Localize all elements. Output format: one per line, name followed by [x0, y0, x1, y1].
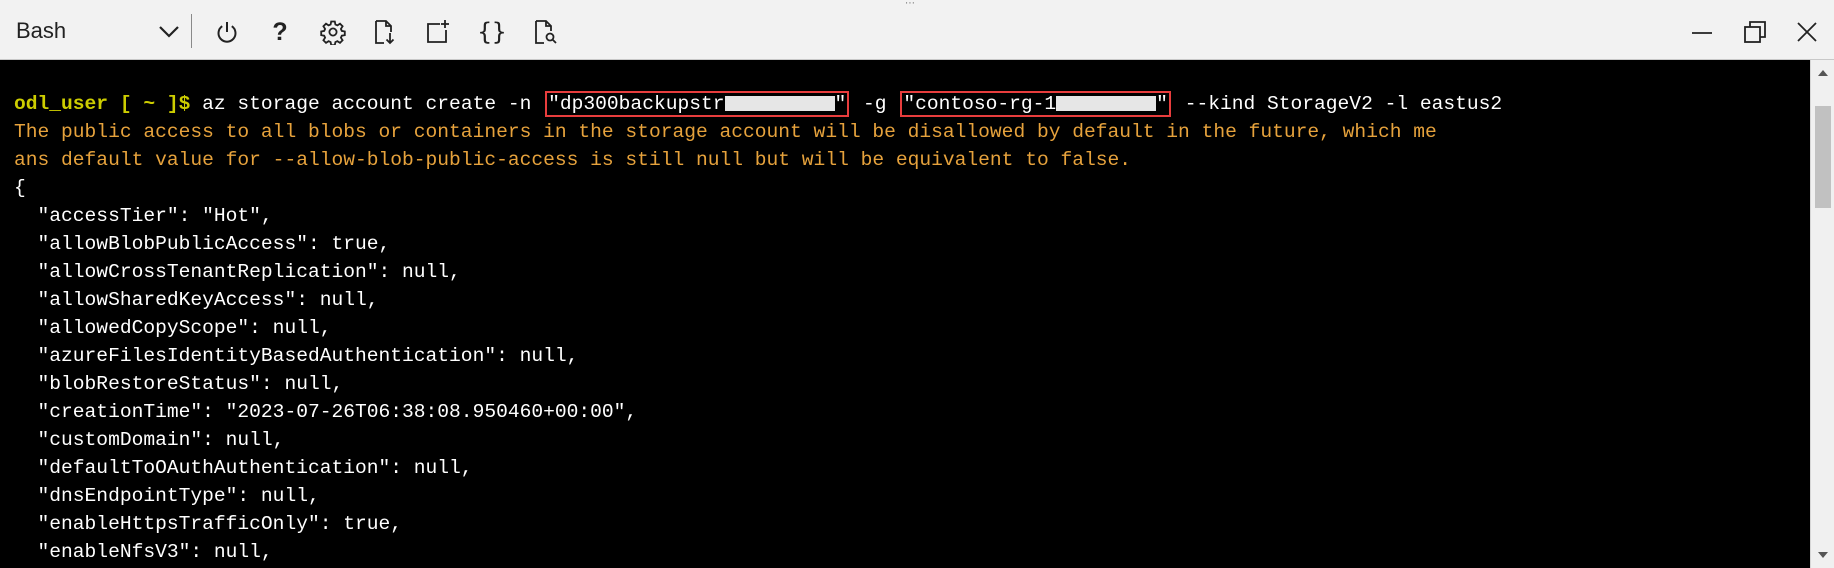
warning-line: ans default value for --allow-blob-publi…	[14, 149, 1132, 171]
minimize-button[interactable]	[1686, 16, 1718, 48]
output-line: {	[14, 177, 26, 199]
close-button[interactable]	[1791, 16, 1823, 48]
restore-window-icon	[1744, 21, 1766, 43]
redacted-block	[724, 96, 835, 112]
output-line: "allowedCopyScope": null,	[14, 317, 332, 339]
output-line: "creationTime": "2023-07-26T06:38:08.950…	[14, 401, 638, 423]
scrollbar-thumb[interactable]	[1815, 106, 1831, 208]
file-transfer-icon	[375, 20, 395, 45]
resource-group-name: "contoso-rg-1	[903, 93, 1057, 115]
storage-account-name-highlight: "dp300backupstr "	[545, 91, 850, 117]
web-preview-button[interactable]	[529, 16, 561, 48]
help-icon: ?	[272, 17, 288, 46]
command-text: az storage account create -n	[190, 93, 544, 115]
restart-button[interactable]	[211, 16, 243, 48]
output-line: "enableHttpsTrafficOnly": true,	[14, 513, 403, 535]
upload-download-button[interactable]	[368, 16, 400, 48]
shell-selector-dropdown[interactable]: Bash	[10, 16, 182, 46]
editor-button[interactable]: {}	[476, 16, 508, 48]
output-line: "azureFilesIdentityBasedAuthentication":…	[14, 345, 579, 367]
shell-selector-label: Bash	[16, 18, 67, 43]
resize-grip[interactable]: ⋯	[905, 0, 915, 9]
output-line: "allowCrossTenantReplication": null,	[14, 261, 461, 283]
terminal-scrollbar[interactable]	[1810, 60, 1834, 568]
output-line: "accessTier": "Hot",	[14, 205, 273, 227]
file-search-icon	[535, 20, 557, 44]
redacted-block	[1056, 96, 1157, 112]
scroll-up-button[interactable]	[1811, 62, 1834, 84]
output-line: "defaultToOAuthAuthentication": null,	[14, 457, 473, 479]
shell-prompt: odl_user [ ~ ]$	[14, 93, 191, 115]
minimize-icon	[1692, 32, 1712, 34]
scroll-down-button[interactable]	[1811, 544, 1834, 566]
output-line: "allowBlobPublicAccess": true,	[14, 233, 391, 255]
braces-icon: {}	[477, 18, 507, 46]
command-line: odl_user [ ~ ]$ az storage account creat…	[14, 90, 1502, 118]
warning-line: The public access to all blobs or contai…	[14, 121, 1437, 143]
output-line: "allowSharedKeyAccess": null,	[14, 289, 379, 311]
power-icon	[217, 22, 237, 43]
cloud-shell-toolbar: ⋯ Bash ? {}	[0, 0, 1834, 60]
gear-icon	[320, 20, 346, 45]
caret-up-icon	[1818, 70, 1828, 76]
output-line: "customDomain": null,	[14, 429, 285, 451]
maximize-button[interactable]	[1739, 16, 1771, 48]
new-session-button[interactable]	[422, 16, 454, 48]
output-line: "enableNfsV3": null,	[14, 541, 273, 563]
command-flag: -g	[851, 93, 899, 115]
storage-account-name: "dp300backupstr	[548, 93, 725, 115]
terminal-output[interactable]: odl_user [ ~ ]$ az storage account creat…	[0, 60, 1810, 568]
settings-button[interactable]	[317, 16, 349, 48]
toolbar-divider	[191, 14, 192, 48]
output-line: "blobRestoreStatus": null,	[14, 373, 344, 395]
chevron-down-icon	[159, 26, 179, 38]
close-icon	[1797, 22, 1817, 42]
command-text: --kind StorageV2 -l eastus2	[1172, 93, 1503, 115]
help-button[interactable]: ?	[264, 16, 296, 48]
new-window-icon	[427, 20, 449, 43]
caret-down-icon	[1818, 552, 1828, 558]
output-line: "dnsEndpointType": null,	[14, 485, 320, 507]
resource-group-highlight: "contoso-rg-1 "	[900, 91, 1171, 117]
